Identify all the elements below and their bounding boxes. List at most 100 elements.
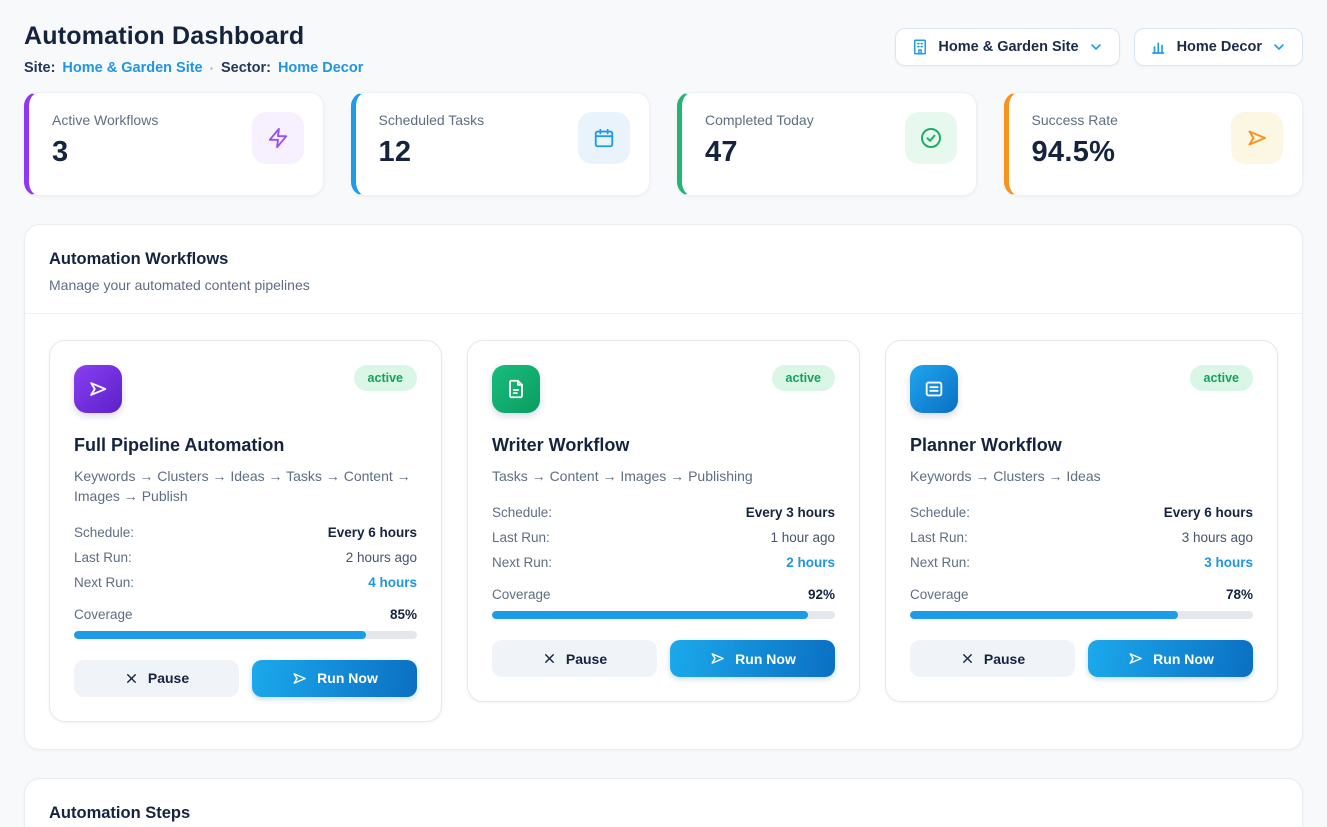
stat-card-completed-today: Completed Today 47 — [677, 92, 977, 196]
workflow-grid: active Full Pipeline Automation Keywords… — [49, 340, 1278, 722]
last-run-label: Last Run: — [910, 530, 968, 545]
last-run-value: 3 hours ago — [1182, 530, 1253, 545]
separator-dot: · — [210, 61, 214, 76]
run-now-button-label: Run Now — [735, 651, 796, 667]
pause-button[interactable]: Pause — [492, 640, 657, 677]
coverage-progress-fill — [74, 631, 366, 639]
steps-panel-title: Automation Steps — [49, 804, 1278, 823]
workflow-actions: Pause Run Now — [910, 640, 1253, 677]
site-selector-dropdown[interactable]: Home & Garden Site — [895, 28, 1119, 66]
workflow-card-top: active — [910, 365, 1253, 413]
automation-dashboard-page: Automation Dashboard Site: Home & Garden… — [0, 0, 1327, 827]
pause-button-label: Pause — [566, 651, 607, 667]
last-run-value: 2 hours ago — [346, 550, 417, 565]
coverage-progress-track — [492, 611, 835, 619]
building-icon — [911, 38, 929, 56]
sector-link[interactable]: Home Decor — [278, 60, 363, 76]
pause-button[interactable]: Pause — [74, 660, 239, 697]
workflow-details: Schedule: Every 3 hours Last Run: 1 hour… — [492, 505, 835, 570]
coverage-block: Coverage 78% — [910, 587, 1253, 619]
topbar: Automation Dashboard Site: Home & Garden… — [24, 22, 1303, 76]
x-icon — [960, 651, 975, 666]
pause-button[interactable]: Pause — [910, 640, 1075, 677]
coverage-value: 78% — [1226, 587, 1253, 602]
site-link[interactable]: Home & Garden Site — [62, 60, 202, 76]
note-icon — [910, 365, 958, 413]
workflows-panel-header: Automation Workflows Manage your automat… — [25, 225, 1302, 314]
schedule-label: Schedule: — [492, 505, 552, 520]
workflow-details: Schedule: Every 6 hours Last Run: 2 hour… — [74, 525, 417, 590]
calendar-icon — [578, 112, 630, 164]
lightning-icon — [252, 112, 304, 164]
last-run-row: Last Run: 2 hours ago — [74, 550, 417, 565]
schedule-row: Schedule: Every 6 hours — [74, 525, 417, 540]
workflow-actions: Pause Run Now — [74, 660, 417, 697]
workflow-card-top: active — [74, 365, 417, 413]
next-run-row: Next Run: 3 hours — [910, 555, 1253, 570]
steps-panel-header: Automation Steps Configure which steps a… — [25, 779, 1302, 827]
header-left: Automation Dashboard Site: Home & Garden… — [24, 22, 363, 76]
stats-row: Active Workflows 3 Scheduled Tasks 12 Co… — [24, 92, 1303, 196]
schedule-row: Schedule: Every 3 hours — [492, 505, 835, 520]
coverage-row: Coverage 85% — [74, 607, 417, 622]
coverage-progress-fill — [492, 611, 808, 619]
next-run-value: 4 hours — [368, 575, 417, 590]
stat-card-scheduled-tasks: Scheduled Tasks 12 — [351, 92, 651, 196]
workflows-panel-title: Automation Workflows — [49, 250, 1278, 269]
workflow-card-writer: active Writer Workflow Tasks → Content →… — [467, 340, 860, 702]
check-circle-icon — [905, 112, 957, 164]
schedule-value: Every 3 hours — [746, 505, 835, 520]
coverage-label: Coverage — [74, 607, 133, 622]
automation-workflows-panel: Automation Workflows Manage your automat… — [24, 224, 1303, 750]
run-now-button[interactable]: Run Now — [670, 640, 835, 677]
workflow-title: Full Pipeline Automation — [74, 435, 417, 456]
next-run-label: Next Run: — [492, 555, 552, 570]
next-run-value: 3 hours — [1204, 555, 1253, 570]
sector-selector-dropdown[interactable]: Home Decor — [1134, 28, 1303, 66]
coverage-progress-track — [910, 611, 1253, 619]
send-icon — [291, 670, 308, 687]
document-icon — [492, 365, 540, 413]
send-icon — [1231, 112, 1283, 164]
workflow-card-planner: active Planner Workflow Keywords → Clust… — [885, 340, 1278, 702]
x-icon — [542, 651, 557, 666]
schedule-value: Every 6 hours — [328, 525, 417, 540]
workflow-details: Schedule: Every 6 hours Last Run: 3 hour… — [910, 505, 1253, 570]
send-icon — [709, 650, 726, 667]
page-title: Automation Dashboard — [24, 22, 363, 51]
header-selectors: Home & Garden Site Home Decor — [895, 28, 1303, 66]
chevron-down-icon — [1271, 39, 1287, 55]
site-selector-label: Home & Garden Site — [938, 39, 1078, 55]
status-badge: active — [1190, 365, 1253, 391]
status-badge: active — [772, 365, 835, 391]
run-now-button-label: Run Now — [1153, 651, 1214, 667]
coverage-value: 85% — [390, 607, 417, 622]
send-icon — [1127, 650, 1144, 667]
run-now-button[interactable]: Run Now — [252, 660, 417, 697]
last-run-label: Last Run: — [492, 530, 550, 545]
workflow-description: Keywords → Clusters → Ideas → Tasks → Co… — [74, 466, 417, 507]
last-run-row: Last Run: 3 hours ago — [910, 530, 1253, 545]
send-icon — [74, 365, 122, 413]
last-run-label: Last Run: — [74, 550, 132, 565]
schedule-label: Schedule: — [74, 525, 134, 540]
workflow-title: Planner Workflow — [910, 435, 1253, 456]
coverage-block: Coverage 92% — [492, 587, 835, 619]
run-now-button-label: Run Now — [317, 670, 378, 686]
site-label: Site: — [24, 60, 55, 76]
bar-chart-icon — [1150, 38, 1168, 56]
stat-card-active-workflows: Active Workflows 3 — [24, 92, 324, 196]
run-now-button[interactable]: Run Now — [1088, 640, 1253, 677]
coverage-progress-track — [74, 631, 417, 639]
coverage-row: Coverage 78% — [910, 587, 1253, 602]
coverage-label: Coverage — [910, 587, 969, 602]
next-run-row: Next Run: 4 hours — [74, 575, 417, 590]
sector-label: Sector: — [221, 60, 271, 76]
next-run-label: Next Run: — [910, 555, 970, 570]
workflows-panel-body: active Full Pipeline Automation Keywords… — [25, 314, 1302, 749]
chevron-down-icon — [1088, 39, 1104, 55]
schedule-value: Every 6 hours — [1164, 505, 1253, 520]
next-run-row: Next Run: 2 hours — [492, 555, 835, 570]
schedule-label: Schedule: — [910, 505, 970, 520]
workflow-card-full-pipeline: active Full Pipeline Automation Keywords… — [49, 340, 442, 722]
